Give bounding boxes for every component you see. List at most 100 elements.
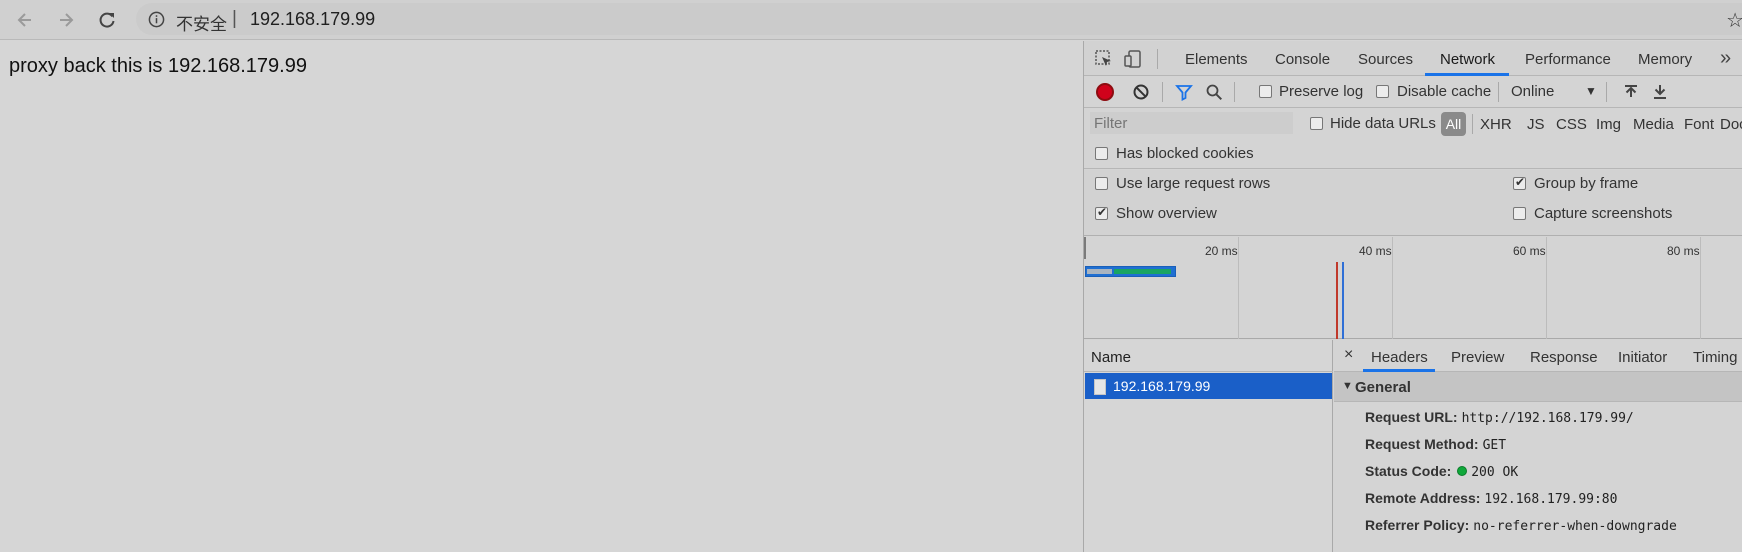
network-overview[interactable]: 20 ms 40 ms 60 ms 80 ms (1084, 237, 1742, 339)
tab-performance[interactable]: Performance (1525, 51, 1611, 68)
bookmark-star-icon[interactable]: ☆ (1726, 8, 1742, 33)
group-by-frame-label: Group by frame (1534, 175, 1639, 192)
field-key: Request URL: (1365, 409, 1458, 425)
overview-tick-label: 60 ms (1513, 244, 1546, 258)
field-value[interactable]: http://192.168.179.99/ (1462, 411, 1634, 426)
filter-js-button[interactable]: JS (1527, 116, 1545, 133)
load-event-marker (1336, 262, 1338, 339)
divider (1234, 82, 1235, 102)
url-text[interactable]: 192.168.179.99 (250, 9, 375, 30)
domcontentloaded-marker (1342, 262, 1344, 339)
reload-button[interactable] (94, 7, 120, 33)
reload-icon (99, 12, 115, 28)
device-toolbar-icon[interactable] (1123, 49, 1143, 69)
address-bar[interactable]: 不安全 | 192.168.179.99 ☆ (136, 3, 1742, 35)
field-key: Request Method: (1365, 436, 1479, 452)
export-har-icon[interactable] (1650, 82, 1670, 102)
tab-headers[interactable]: Headers (1371, 349, 1428, 366)
status-ok-icon (1457, 466, 1468, 476)
browser-toolbar: 不安全 | 192.168.179.99 ☆ (0, 0, 1742, 40)
filter-doc-button[interactable]: Doc (1720, 116, 1742, 133)
more-tabs-icon[interactable]: » (1720, 47, 1731, 70)
collapse-triangle-icon: ▼ (1342, 380, 1353, 392)
inspect-element-icon[interactable] (1094, 49, 1114, 69)
request-url-field: Request URL: http://192.168.179.99/ (1365, 409, 1634, 426)
filter-xhr-button[interactable]: XHR (1480, 116, 1512, 133)
tab-timing[interactable]: Timing (1693, 349, 1737, 366)
tab-elements[interactable]: Elements (1185, 51, 1248, 68)
field-value[interactable]: 200 OK (1471, 465, 1518, 480)
blocked-cookies-row: Has blocked cookies (1084, 139, 1742, 169)
use-large-rows-checkbox[interactable] (1095, 177, 1108, 190)
name-column-header[interactable]: Name (1091, 349, 1131, 366)
forward-button[interactable] (53, 7, 79, 33)
preserve-log-label: Preserve log (1279, 83, 1364, 100)
overview-tick-label: 80 ms (1667, 244, 1700, 258)
group-by-frame-checkbox[interactable] (1513, 175, 1526, 190)
has-blocked-cookies-checkbox[interactable] (1095, 147, 1108, 160)
disable-cache-label: Disable cache (1397, 83, 1492, 100)
show-overview-label: Show overview (1116, 205, 1217, 222)
filter-media-button[interactable]: Media (1633, 116, 1674, 133)
clear-icon[interactable] (1131, 82, 1151, 102)
tab-preview[interactable]: Preview (1451, 349, 1504, 366)
status-code-field: Status Code: 200 OK (1365, 463, 1518, 480)
hide-data-urls-label: Hide data URLs (1330, 115, 1436, 132)
divider (1162, 82, 1163, 102)
divider (1157, 49, 1158, 69)
request-list-header[interactable]: Name (1084, 340, 1333, 372)
general-section-title: General (1355, 379, 1411, 396)
filter-img-button[interactable]: Img (1596, 116, 1621, 133)
overview-gridline (1238, 237, 1239, 339)
info-icon[interactable] (148, 11, 165, 28)
field-key: Status Code: (1365, 463, 1452, 479)
waiting-segment (1087, 269, 1112, 274)
import-har-icon[interactable] (1621, 82, 1641, 102)
tab-response[interactable]: Response (1530, 349, 1598, 366)
tab-console[interactable]: Console (1275, 51, 1330, 68)
divider (1498, 82, 1499, 102)
tab-network[interactable]: Network (1440, 51, 1495, 68)
disable-cache-checkbox[interactable] (1376, 85, 1389, 98)
request-name: 192.168.179.99 (1113, 378, 1211, 394)
field-value[interactable]: 192.168.179.99:80 (1484, 492, 1617, 507)
referrer-policy-field: Referrer Policy: no-referrer-when-downgra… (1365, 517, 1677, 534)
show-overview-checkbox[interactable] (1095, 205, 1108, 220)
preserve-log-checkbox[interactable] (1259, 85, 1272, 98)
tab-memory[interactable]: Memory (1638, 51, 1692, 68)
overview-tick-label: 40 ms (1359, 244, 1392, 258)
filter-funnel-icon[interactable] (1174, 82, 1194, 102)
overview-gridline (1546, 237, 1547, 339)
close-details-icon[interactable]: × (1344, 346, 1353, 364)
overview-left-handle[interactable] (1084, 237, 1086, 259)
throttling-select[interactable]: Online (1511, 83, 1554, 100)
general-section-header[interactable]: ▼ General (1334, 372, 1742, 402)
back-button[interactable] (12, 7, 38, 33)
devtools-tabbar: Elements Console Sources Network Perform… (1084, 41, 1742, 76)
request-method-field: Request Method: GET (1365, 436, 1506, 453)
filter-all-button[interactable]: All (1441, 112, 1466, 136)
field-value[interactable]: GET (1483, 438, 1506, 453)
field-value[interactable]: no-referrer-when-downgrade (1473, 519, 1677, 534)
request-row[interactable]: 192.168.179.99 (1085, 373, 1332, 399)
tab-initiator[interactable]: Initiator (1618, 349, 1667, 366)
overview-gridline (1392, 237, 1393, 339)
hide-data-urls-checkbox[interactable] (1310, 117, 1323, 130)
filter-input[interactable] (1090, 112, 1293, 134)
tab-sources[interactable]: Sources (1358, 51, 1413, 68)
remote-address-field: Remote Address: 192.168.179.99:80 (1365, 490, 1617, 507)
search-icon[interactable] (1204, 82, 1224, 102)
filter-css-button[interactable]: CSS (1556, 116, 1587, 133)
dropdown-arrow-icon[interactable]: ▼ (1585, 84, 1597, 98)
details-tabbar: × Headers Preview Response Initiator Tim… (1334, 340, 1742, 372)
back-arrow-icon (17, 13, 31, 27)
overview-tick-label: 20 ms (1205, 244, 1238, 258)
document-icon (1094, 379, 1106, 395)
filter-font-button[interactable]: Font (1684, 116, 1714, 133)
request-timing-bar (1085, 266, 1176, 277)
forward-arrow-icon (60, 13, 74, 27)
record-button[interactable] (1096, 83, 1114, 101)
capture-screenshots-checkbox[interactable] (1513, 207, 1526, 220)
request-details: × Headers Preview Response Initiator Tim… (1334, 340, 1742, 552)
devtools-panel: Elements Console Sources Network Perform… (1083, 41, 1742, 552)
